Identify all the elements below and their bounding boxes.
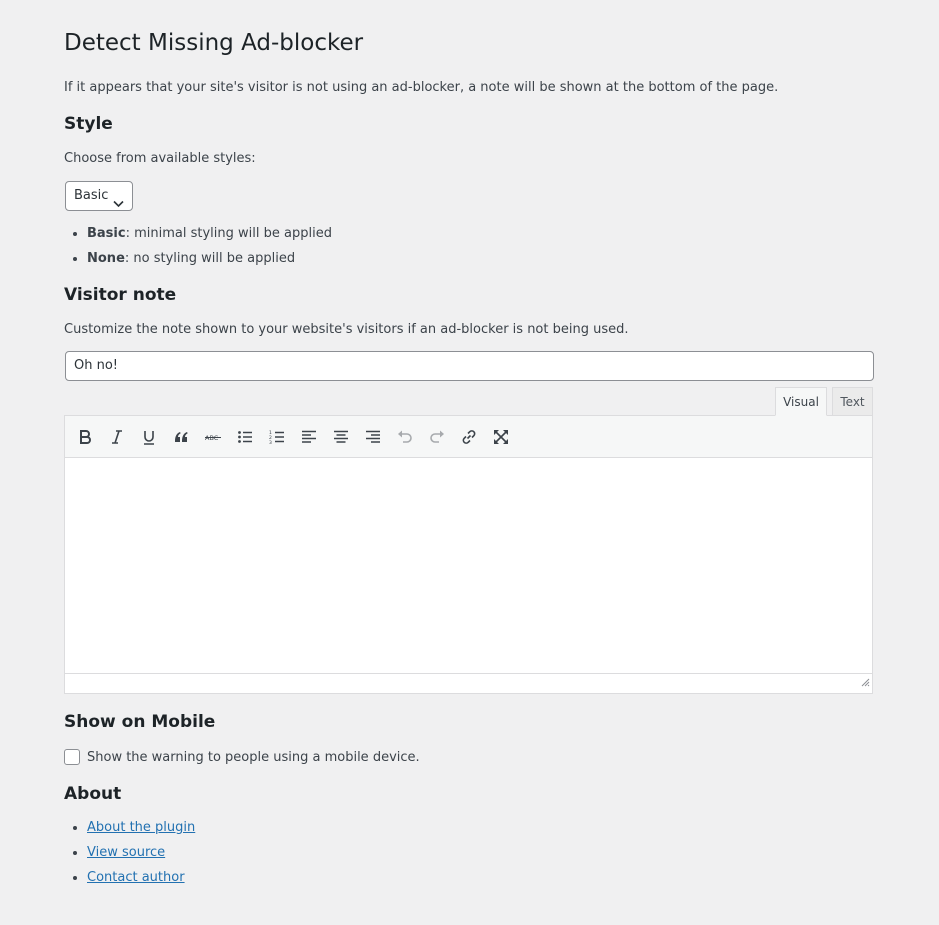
align-center-icon[interactable]	[329, 425, 353, 449]
contact-author-link[interactable]: Contact author	[87, 870, 185, 885]
rich-text-editor: ABC 123	[64, 415, 873, 694]
chevron-down-icon	[113, 191, 124, 219]
svg-text:3: 3	[269, 440, 272, 445]
about-heading: About	[64, 784, 122, 804]
list-item: View source	[87, 841, 195, 866]
resize-handle-icon[interactable]	[861, 676, 870, 691]
link-icon[interactable]	[457, 425, 481, 449]
align-left-icon[interactable]	[297, 425, 321, 449]
editor-statusbar	[65, 673, 872, 693]
option-name: Basic	[87, 226, 126, 241]
bullet-list-icon[interactable]	[233, 425, 257, 449]
note-title-input[interactable]: Oh no!	[65, 351, 874, 381]
note-title-value: Oh no!	[74, 358, 119, 373]
option-desc: : no styling will be applied	[124, 251, 296, 266]
option-name: None	[87, 251, 125, 266]
view-source-link[interactable]: View source	[87, 845, 165, 860]
style-prompt: Choose from available styles:	[64, 151, 256, 166]
list-item: None: no styling will be applied	[87, 247, 332, 272]
about-links-list: About the plugin View source Contact aut…	[64, 816, 195, 891]
visitor-note-prompt: Customize the note shown to your website…	[64, 322, 629, 337]
italic-icon[interactable]	[105, 425, 129, 449]
mobile-heading: Show on Mobile	[64, 712, 216, 732]
tab-visual[interactable]: Visual	[775, 387, 827, 416]
fullscreen-icon[interactable]	[489, 425, 513, 449]
underline-icon[interactable]	[137, 425, 161, 449]
list-item: Basic: minimal styling will be applied	[87, 222, 332, 247]
page-title: Detect Missing Ad-blocker	[64, 30, 364, 56]
style-select[interactable]: Basic	[65, 181, 133, 211]
editor-content-area[interactable]	[65, 458, 872, 673]
style-select-value: Basic	[74, 188, 109, 203]
style-options-list: Basic: minimal styling will be applied N…	[64, 222, 332, 272]
mobile-checkbox-label[interactable]: Show the warning to people using a mobil…	[87, 750, 420, 765]
option-desc: : minimal styling will be applied	[125, 226, 332, 241]
undo-icon[interactable]	[393, 425, 417, 449]
about-plugin-link[interactable]: About the plugin	[87, 820, 195, 835]
numbered-list-icon[interactable]: 123	[265, 425, 289, 449]
bold-icon[interactable]	[73, 425, 97, 449]
visitor-note-heading: Visitor note	[64, 285, 177, 305]
redo-icon[interactable]	[425, 425, 449, 449]
blockquote-icon[interactable]	[169, 425, 193, 449]
style-heading: Style	[64, 114, 113, 134]
editor-toolbar: ABC 123	[65, 416, 872, 458]
tab-text[interactable]: Text	[832, 387, 873, 416]
page-intro: If it appears that your site's visitor i…	[64, 80, 779, 95]
mobile-checkbox[interactable]	[64, 749, 80, 765]
strikethrough-icon[interactable]: ABC	[201, 425, 225, 449]
list-item: Contact author	[87, 866, 195, 891]
align-right-icon[interactable]	[361, 425, 385, 449]
list-item: About the plugin	[87, 816, 195, 841]
